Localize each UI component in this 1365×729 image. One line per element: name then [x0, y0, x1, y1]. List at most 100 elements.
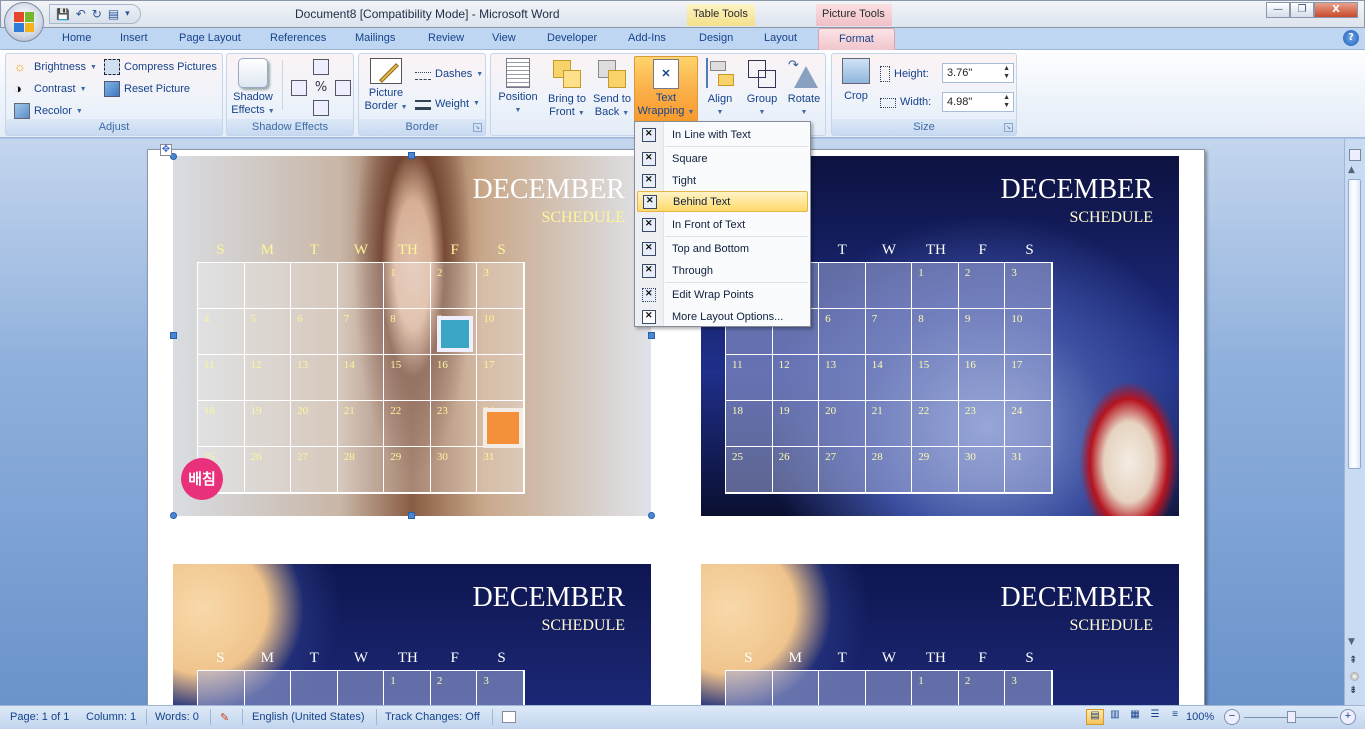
send-to-back-button[interactable]: Send to Back ▼	[589, 56, 635, 120]
brightness-button[interactable]: ☼ Brightness ▼	[14, 59, 97, 75]
width-spinner-arrows[interactable]: ▲ ▼	[1003, 94, 1010, 110]
resize-handle-n[interactable]	[408, 152, 415, 159]
macro-recording-icon[interactable]	[502, 711, 516, 723]
shadow-divider	[282, 60, 283, 110]
zoom-level[interactable]: 100%	[1186, 711, 1214, 723]
language[interactable]: English (United States)	[252, 711, 365, 723]
resize-handle-w[interactable]	[170, 332, 177, 339]
nudge-shadow-down-icon[interactable]	[313, 100, 329, 116]
outline-view-icon[interactable]: ☰	[1146, 709, 1164, 725]
resize-handle-sw[interactable]	[170, 512, 177, 519]
height-input[interactable]: 3.76" ▲ ▼	[942, 63, 1014, 83]
nudge-shadow-right-icon[interactable]	[335, 80, 351, 96]
table-move-handle-icon[interactable]: ✥	[160, 144, 172, 156]
tab-references[interactable]: References	[270, 32, 326, 44]
scroll-down-arrow-icon[interactable]: ▼	[1348, 637, 1355, 647]
group-button[interactable]: Group ▼	[741, 56, 783, 120]
calendar-cell: 1	[384, 671, 431, 705]
reset-picture-button[interactable]: Reset Picture	[104, 81, 190, 97]
page-count[interactable]: Page: 1 of 1	[10, 711, 69, 723]
view-ruler-icon[interactable]	[1349, 149, 1361, 161]
menu-item-square[interactable]: Square	[637, 148, 808, 169]
tab-format[interactable]: Format	[818, 28, 895, 50]
tab-design[interactable]: Design	[699, 32, 733, 44]
day-header: M	[260, 242, 274, 258]
menu-item-more-layout-options[interactable]: More Layout Options...	[637, 306, 808, 327]
text-wrapping-button[interactable]: ✕ Text Wrapping ▼	[634, 56, 698, 122]
calendar-photo-image[interactable]: DECEMBER SCHEDULE SMTWTHFS 1234567891011…	[173, 156, 651, 516]
picture-border-button[interactable]: Picture Border ▼	[360, 56, 412, 120]
tab-insert[interactable]: Insert	[120, 32, 148, 44]
calendar-moon-image-1[interactable]: DECEMBER SCHEDULE S M T W TH F S 123	[173, 564, 651, 705]
menu-item-edit-wrap-points[interactable]: Edit Wrap Points	[637, 284, 808, 305]
dashes-button[interactable]: Dashes ▼	[415, 68, 483, 80]
shadow-effects-button[interactable]: Shadow Effects ▼	[228, 56, 278, 120]
height-spinner-arrows[interactable]: ▲ ▼	[1003, 65, 1010, 81]
customize-qat-icon[interactable]: ▾	[125, 9, 130, 19]
office-button[interactable]	[4, 2, 44, 42]
column-number[interactable]: Column: 1	[86, 711, 136, 723]
nudge-shadow-left-icon[interactable]	[291, 80, 307, 96]
help-icon[interactable]: ?	[1343, 30, 1359, 46]
tab-developer[interactable]: Developer	[547, 32, 597, 44]
select-browse-object-icon[interactable]	[1350, 672, 1359, 681]
full-screen-reading-icon[interactable]: ▥	[1106, 709, 1124, 725]
resize-handle-s[interactable]	[408, 512, 415, 519]
undo-icon[interactable]: ↶	[76, 7, 86, 21]
menu-item-in-front-of-text[interactable]: In Front of Text	[637, 214, 808, 235]
restore-button[interactable]: ❐	[1290, 2, 1314, 18]
bring-to-front-button[interactable]: Bring to Front ▼	[543, 56, 591, 120]
redo-icon[interactable]: ↻	[92, 7, 102, 21]
size-dialog-launcher[interactable]: ↘	[1004, 123, 1013, 132]
word-count[interactable]: Words: 0	[155, 711, 199, 723]
print-preview-icon[interactable]: ▤	[108, 7, 119, 21]
proofing-icon[interactable]: ✎	[220, 711, 229, 724]
weight-button[interactable]: Weight ▼	[415, 97, 480, 110]
previous-page-icon[interactable]: ⇞	[1349, 655, 1357, 666]
draft-view-icon[interactable]: ≡	[1166, 709, 1184, 725]
track-changes-status[interactable]: Track Changes: Off	[385, 711, 480, 723]
menu-item-through[interactable]: Through	[637, 260, 808, 281]
save-icon[interactable]: 💾	[56, 8, 70, 21]
calendar-cell: 8	[384, 309, 431, 355]
scroll-up-arrow-icon[interactable]: ▲	[1348, 165, 1355, 175]
border-dialog-launcher[interactable]: ↘	[473, 123, 482, 132]
menu-item-in-line-with-text[interactable]: In Line with Text	[637, 124, 808, 145]
contrast-button[interactable]: ◑ Contrast ▼	[14, 81, 87, 97]
tab-layout[interactable]: Layout	[764, 32, 797, 44]
next-page-icon[interactable]: ⇟	[1349, 685, 1357, 696]
zoom-slider-thumb[interactable]	[1287, 711, 1296, 723]
tab-add-ins[interactable]: Add-Ins	[628, 32, 666, 44]
resize-handle-e[interactable]	[648, 332, 655, 339]
menu-item-behind-text[interactable]: Behind Text	[637, 191, 808, 212]
align-button[interactable]: Align ▼	[699, 56, 741, 120]
day-header: W	[881, 650, 897, 666]
zoom-out-button[interactable]: −	[1224, 709, 1240, 725]
resize-handle-se[interactable]	[648, 512, 655, 519]
recolor-button[interactable]: Recolor ▼	[14, 103, 83, 119]
tab-view[interactable]: View	[492, 32, 516, 44]
tab-page-layout[interactable]: Page Layout	[179, 32, 241, 44]
calendar-moon-image-2[interactable]: DECEMBER SCHEDULE S M T W TH F S 123	[701, 564, 1179, 705]
minimize-button[interactable]: —	[1266, 2, 1290, 18]
calendar-cell: 18	[726, 401, 773, 447]
position-button[interactable]: Position ▼	[493, 56, 543, 120]
tab-home[interactable]: Home	[62, 32, 91, 44]
web-layout-icon[interactable]: ▦	[1126, 709, 1144, 725]
shadow-on-off-icon[interactable]: %	[313, 80, 329, 96]
print-layout-view-icon[interactable]: ▤	[1086, 709, 1104, 725]
tab-review[interactable]: Review	[428, 32, 464, 44]
close-button[interactable]: X	[1314, 2, 1358, 18]
tab-mailings[interactable]: Mailings	[355, 32, 395, 44]
menu-separator	[665, 146, 808, 147]
scroll-thumb[interactable]	[1348, 179, 1361, 469]
crop-button[interactable]: Crop	[834, 56, 878, 120]
rotate-button[interactable]: ↷ Rotate ▼	[783, 56, 825, 120]
width-input[interactable]: 4.98" ▲ ▼	[942, 92, 1014, 112]
nudge-shadow-up-icon[interactable]	[313, 59, 329, 75]
menu-item-tight[interactable]: Tight	[637, 170, 808, 191]
vertical-scrollbar[interactable]: ▲ ▼ ⇞ ⇟	[1344, 139, 1365, 705]
compress-pictures-button[interactable]: Compress Pictures	[104, 59, 217, 75]
zoom-in-button[interactable]: +	[1340, 709, 1356, 725]
menu-item-top-and-bottom[interactable]: Top and Bottom	[637, 238, 808, 259]
